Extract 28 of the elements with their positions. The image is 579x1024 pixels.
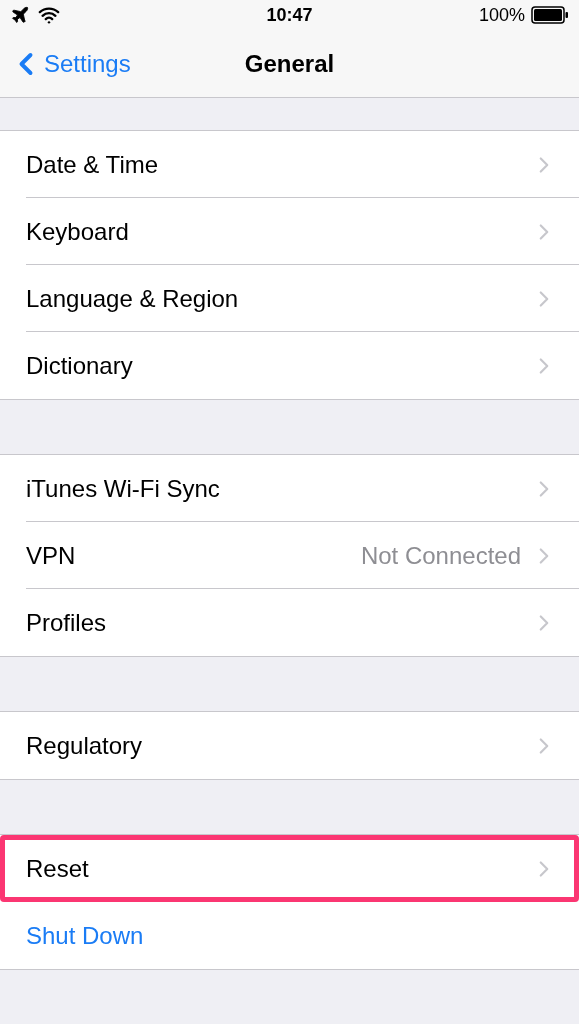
- settings-row[interactable]: Language & Region: [0, 265, 579, 332]
- row-label: Profiles: [26, 608, 108, 637]
- row-label: iTunes Wi-Fi Sync: [26, 474, 221, 503]
- status-time: 10:47: [266, 4, 313, 26]
- airplane-icon: [10, 5, 30, 25]
- row-label: Dictionary: [26, 351, 134, 380]
- row-label: Regulatory: [26, 731, 144, 760]
- nav-title: General: [244, 49, 335, 78]
- settings-row[interactable]: Profiles: [0, 589, 579, 656]
- back-button[interactable]: Settings: [0, 45, 131, 82]
- action-row[interactable]: Shut Down: [0, 902, 579, 969]
- row-label: Keyboard: [26, 217, 130, 246]
- row-label: VPN: [26, 541, 77, 570]
- settings-row[interactable]: Dictionary: [0, 332, 579, 399]
- row-label: Reset: [26, 854, 90, 883]
- settings-row[interactable]: Keyboard: [0, 198, 579, 265]
- settings-row[interactable]: iTunes Wi-Fi Sync: [0, 455, 579, 522]
- settings-row[interactable]: Regulatory: [0, 712, 579, 779]
- row-label: Date & Time: [26, 150, 160, 179]
- settings-row[interactable]: Reset: [0, 835, 579, 902]
- battery-percent: 100%: [478, 4, 525, 26]
- row-label: Language & Region: [26, 284, 240, 313]
- battery-icon: [531, 6, 569, 24]
- wifi-icon: [38, 4, 60, 26]
- settings-row[interactable]: Date & Time: [0, 131, 579, 198]
- row-value: Not Connected: [360, 541, 521, 570]
- settings-row[interactable]: VPN Not Connected: [0, 522, 579, 589]
- row-label: Shut Down: [26, 921, 145, 950]
